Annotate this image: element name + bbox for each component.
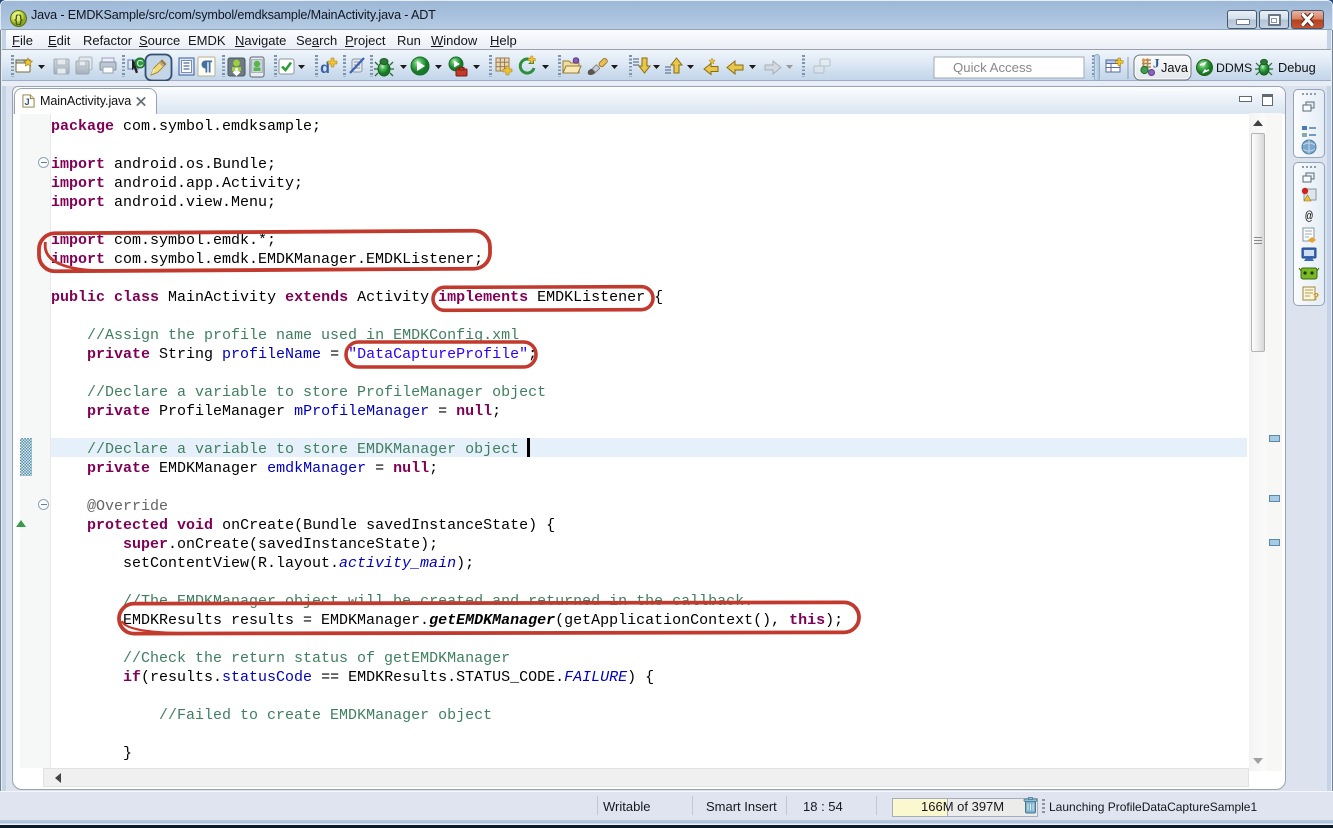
svg-text:Debug: Debug: [1278, 60, 1316, 75]
svg-text:Java: Java: [1161, 60, 1189, 75]
svg-text:@: @: [1305, 209, 1313, 224]
svg-text:DDMS: DDMS: [1216, 61, 1252, 75]
svg-text:Quick Access: Quick Access: [953, 60, 1033, 75]
svg-text:J: J: [1153, 56, 1160, 71]
svg-text:C: C: [137, 59, 144, 69]
svg-text:{}: {}: [14, 14, 23, 26]
svg-text:?: ?: [1313, 292, 1319, 303]
